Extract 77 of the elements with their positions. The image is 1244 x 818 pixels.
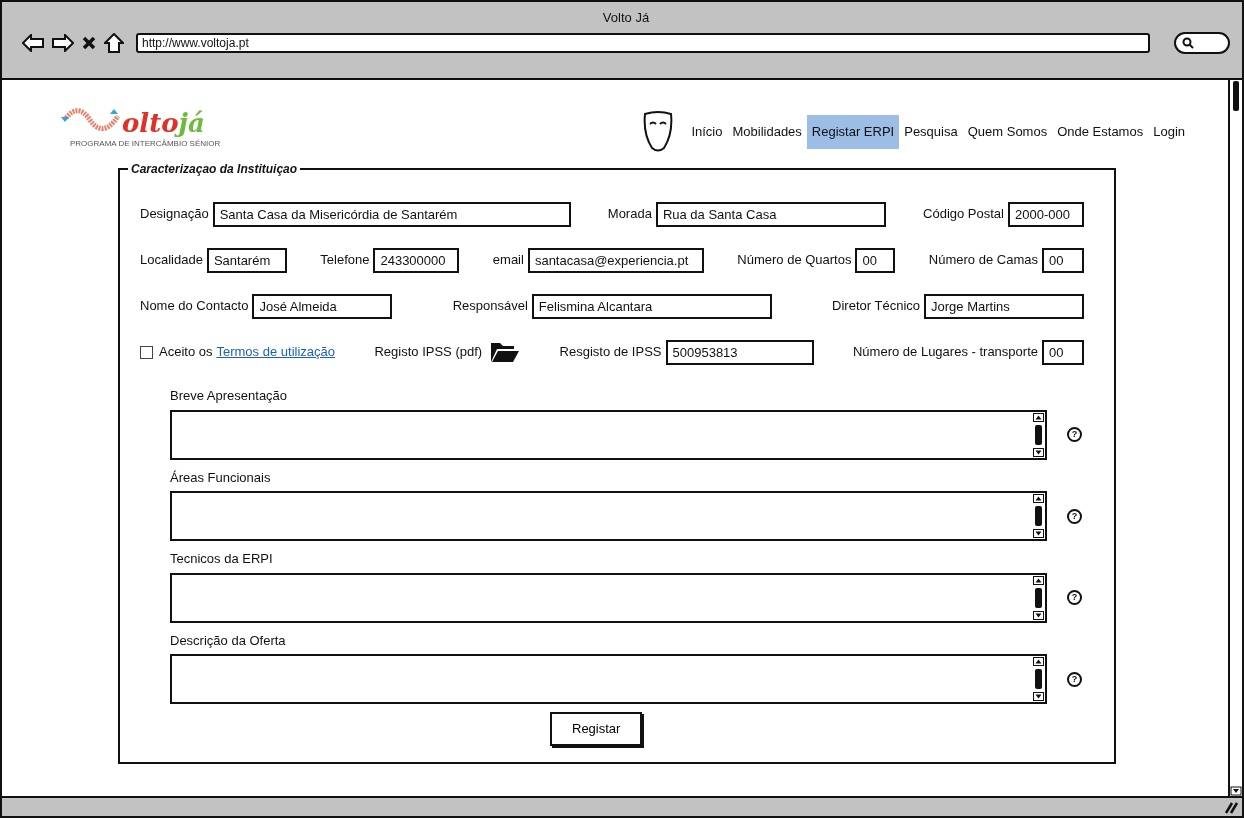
field-label: Descrição da Oferta xyxy=(170,631,287,650)
input-field[interactable]: 500953813 xyxy=(665,339,814,365)
field-label: Tecnicos da ERPI xyxy=(170,550,274,568)
field-label: Localidade xyxy=(140,251,203,270)
field-label: Registo IPSS (pdf) xyxy=(374,343,483,362)
help-icon[interactable]: ? xyxy=(1067,590,1082,605)
scroll-up-icon[interactable] xyxy=(1033,657,1044,666)
scroll-up-icon[interactable] xyxy=(1033,494,1044,503)
input-field[interactable]: 00 xyxy=(1041,247,1084,273)
help-icon[interactable]: ? xyxy=(1067,508,1082,524)
scrollbar[interactable] xyxy=(1228,80,1242,796)
nav-tab[interactable]: Registar ERPI xyxy=(806,115,900,149)
scroll-up-icon[interactable] xyxy=(1033,575,1044,585)
scroll-thumb[interactable] xyxy=(1033,505,1044,527)
field-label: Número de Camas xyxy=(928,251,1038,270)
field-label: Nome do Contacto xyxy=(140,297,249,316)
field-label: Breve Apresentação xyxy=(170,387,289,405)
field-label: Áreas Funcionais xyxy=(170,468,272,487)
field-label: Diretor Técnico xyxy=(832,297,920,316)
back-icon[interactable] xyxy=(22,33,44,52)
scroll-thumb[interactable] xyxy=(1230,80,1242,112)
scroll-up-icon[interactable] xyxy=(1033,412,1044,422)
scroll-down-icon[interactable] xyxy=(1033,692,1044,701)
terms-link[interactable]: Termos de utilização xyxy=(216,342,335,362)
field-label: Código Postal xyxy=(923,205,1004,224)
input-field[interactable]: José Almeida xyxy=(252,293,393,319)
mask-icon xyxy=(642,110,675,154)
checkbox-label: Aceito os xyxy=(159,343,213,362)
text-area[interactable] xyxy=(170,409,1047,460)
input-field[interactable]: santacasa@experiencia.pt xyxy=(527,247,704,273)
home-icon[interactable] xyxy=(104,32,124,53)
nav-tab[interactable]: Onde Estamos xyxy=(1052,115,1149,149)
help-icon[interactable]: ? xyxy=(1067,427,1082,442)
input-field[interactable]: Felismina Alcantara xyxy=(531,293,772,319)
help-icon[interactable]: ? xyxy=(1067,671,1082,687)
logo-tagline: PROGRAMA DE INTERCÂMBIO SÉNIOR xyxy=(70,138,221,150)
field-label: Número de Quartos xyxy=(737,251,852,270)
submit-button[interactable]: Registar xyxy=(550,712,643,746)
text-area[interactable] xyxy=(170,491,1047,541)
field-label: Morada xyxy=(607,205,652,224)
field-label: Designação xyxy=(140,205,209,224)
field-label: Resgisto de IPSS xyxy=(559,343,662,362)
input-field[interactable]: 243300000 xyxy=(373,247,460,273)
nav-tab[interactable]: Início xyxy=(686,115,728,149)
text-area[interactable] xyxy=(170,654,1047,704)
scroll-down-icon[interactable] xyxy=(1033,610,1044,620)
scroll-thumb[interactable] xyxy=(1033,586,1044,609)
search-icon xyxy=(1182,36,1194,49)
scroll-thumb[interactable] xyxy=(1033,423,1044,446)
address-field[interactable]: http://www.voltoja.pt xyxy=(136,32,1150,53)
nav-tab[interactable]: Quem Somos xyxy=(962,115,1053,149)
forward-icon[interactable] xyxy=(52,33,74,52)
scroll-down-icon[interactable] xyxy=(1230,786,1242,796)
nav-tab[interactable]: Mobilidades xyxy=(727,115,807,149)
text-area[interactable] xyxy=(170,572,1047,623)
search-field[interactable] xyxy=(1174,31,1230,54)
field-label: Responsável xyxy=(452,297,528,316)
checkbox[interactable] xyxy=(140,345,153,359)
field-label: Número de Lugares - transporte xyxy=(853,343,1038,362)
input-field[interactable]: Santa Casa da Misericórdia de Santarém xyxy=(212,201,571,227)
input-field[interactable]: Santarém xyxy=(206,247,287,273)
nav-tab[interactable]: Pesquisa xyxy=(899,115,963,149)
field-label: email xyxy=(492,251,524,270)
window-title: Volto Já xyxy=(601,9,651,27)
scroll-down-icon[interactable] xyxy=(1033,447,1044,457)
nav-tab[interactable]: Login xyxy=(1148,115,1190,149)
folder-icon[interactable] xyxy=(490,341,521,363)
scroll-down-icon[interactable] xyxy=(1033,529,1044,538)
input-field[interactable]: 2000-000 xyxy=(1008,201,1084,227)
scroll-thumb[interactable] xyxy=(1033,668,1044,690)
close-icon[interactable] xyxy=(82,35,96,50)
resize-grip-icon[interactable] xyxy=(1224,800,1238,814)
input-field[interactable]: Jorge Martins xyxy=(924,293,1084,319)
input-field[interactable]: Rua da Santa Casa xyxy=(655,201,886,227)
input-field[interactable]: 00 xyxy=(855,247,896,273)
input-field[interactable]: 00 xyxy=(1041,339,1084,365)
field-label: Telefone xyxy=(320,251,370,270)
